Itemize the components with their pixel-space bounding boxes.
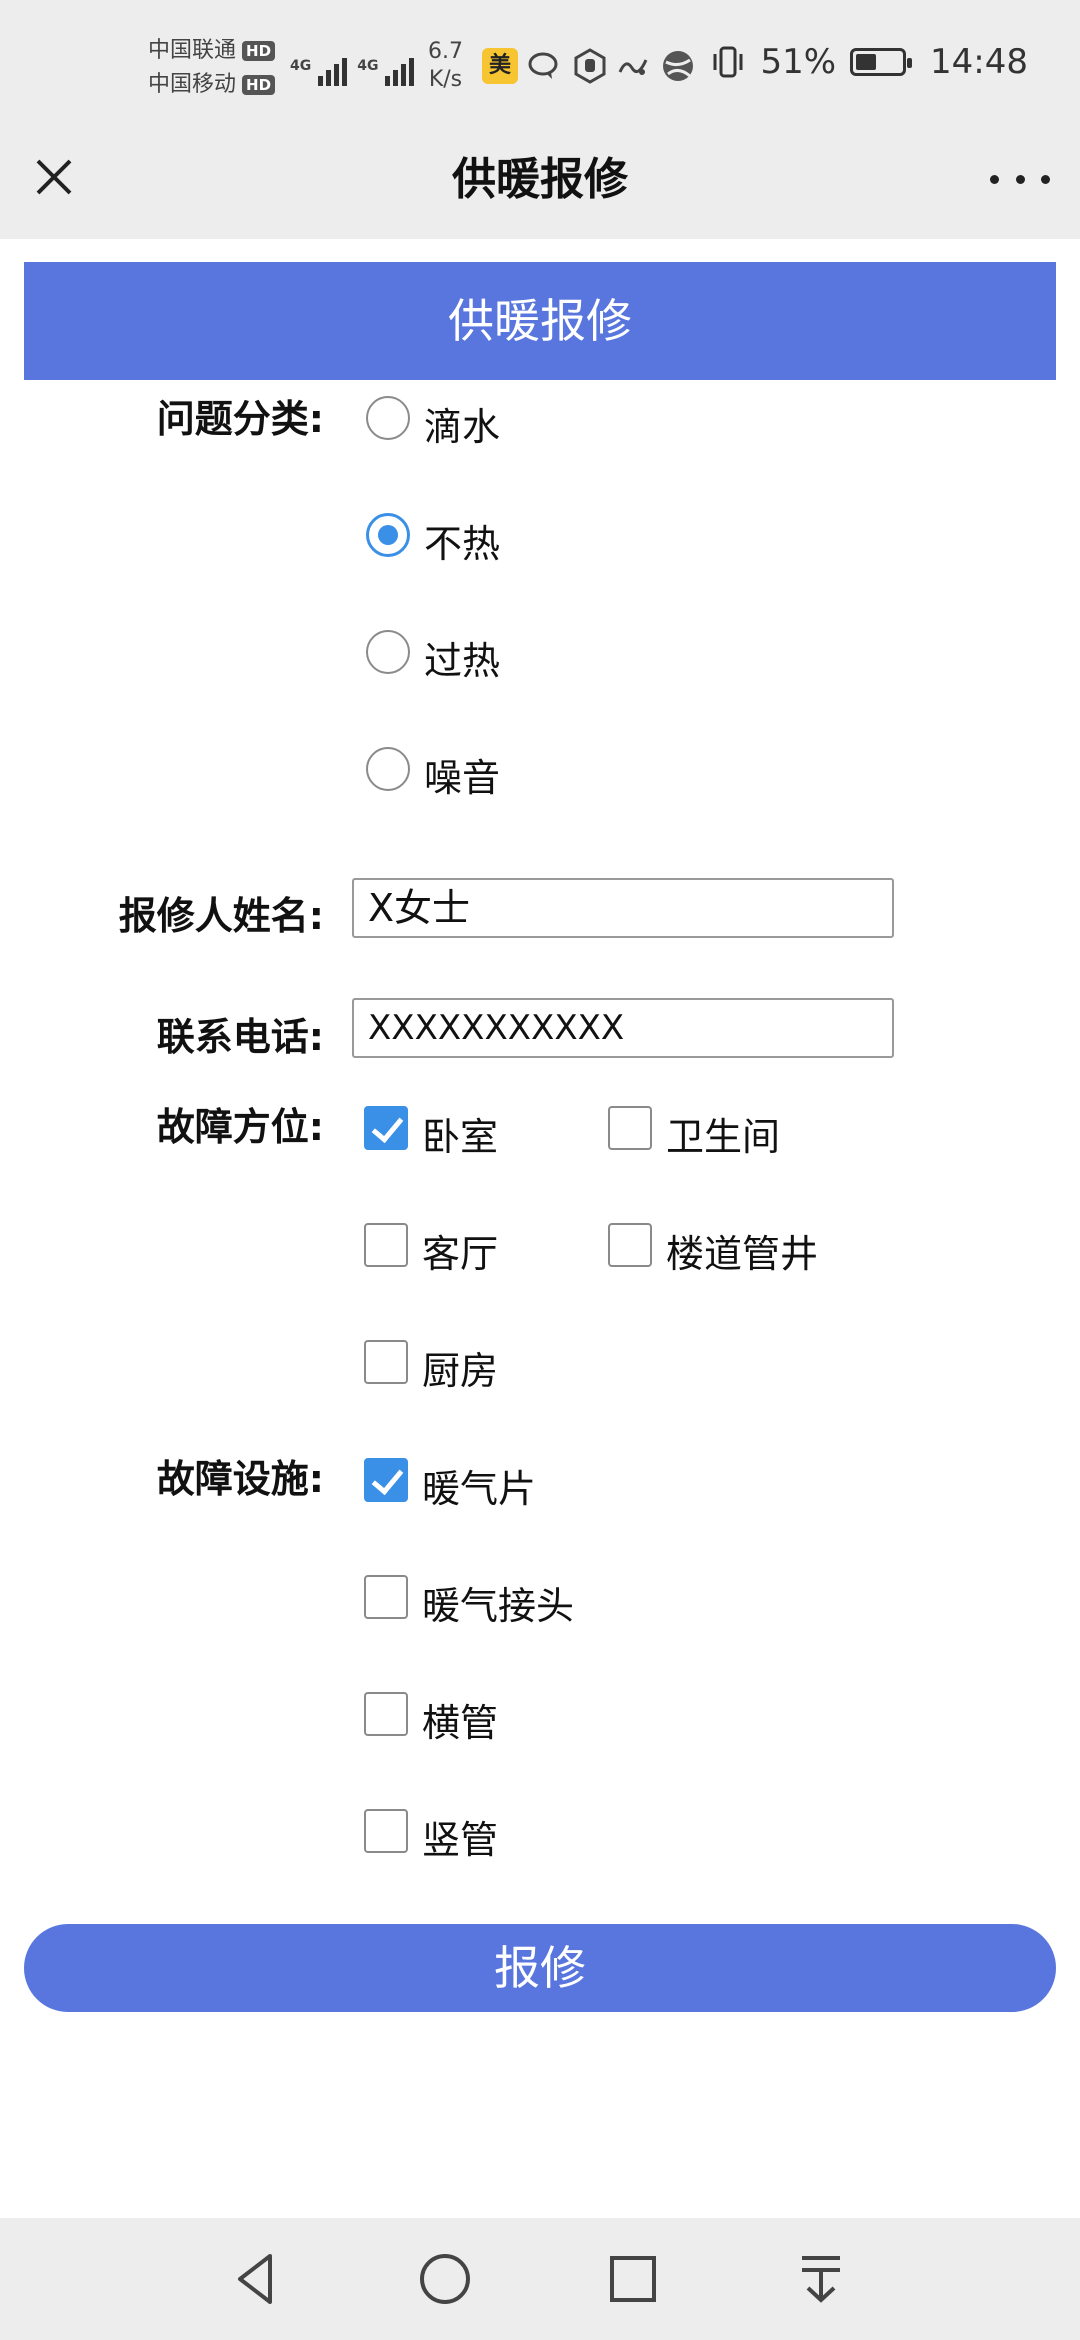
- radio-button[interactable]: [366, 395, 410, 440]
- checkbox-option[interactable]: 卫生间: [608, 1100, 780, 1159]
- reporter-name-input[interactable]: X女士: [352, 878, 894, 938]
- title-bar: 供暖报修: [0, 135, 1080, 239]
- checkbox-option[interactable]: 暖气片: [364, 1452, 536, 1511]
- more-icon[interactable]: [990, 159, 1050, 199]
- form-header-banner: 供暖报修: [24, 262, 1056, 380]
- battery-level: [856, 54, 876, 70]
- network-speed: 6.7 K/s: [428, 39, 463, 92]
- back-triangle-icon[interactable]: [226, 2248, 288, 2310]
- checkbox[interactable]: [364, 1457, 408, 1502]
- hd-badge: HD: [242, 75, 276, 95]
- radio-option[interactable]: 噪音: [366, 741, 500, 800]
- checkbox-option[interactable]: 竖管: [364, 1803, 498, 1862]
- signal-indicators: 4G 4G: [290, 40, 415, 86]
- system-nav-bar: [0, 2218, 1080, 2340]
- radio-option[interactable]: 过热: [366, 624, 500, 683]
- carrier-info: 中国联通 HD 中国移动 HD: [148, 34, 276, 102]
- clock: 14:48: [930, 42, 1028, 82]
- checkbox-option[interactable]: 厨房: [364, 1334, 498, 1393]
- checkbox[interactable]: [608, 1105, 652, 1150]
- phone-input[interactable]: XXXXXXXXXXX: [352, 998, 894, 1058]
- checkbox[interactable]: [364, 1808, 408, 1853]
- status-right-group: 51% 14:48: [710, 42, 1028, 82]
- browser-ball-icon: [663, 51, 693, 81]
- hand-hexagon-icon: [574, 48, 606, 84]
- checkbox[interactable]: [364, 1691, 408, 1736]
- home-circle-icon[interactable]: [414, 2248, 476, 2310]
- fault-facility-label: 故障设施:: [156, 1457, 324, 1501]
- checkbox[interactable]: [364, 1339, 408, 1384]
- reporter-name-label: 报修人姓名:: [118, 894, 324, 938]
- chat-bubble-icon: [528, 52, 558, 79]
- checkbox-option[interactable]: 楼道管井: [608, 1217, 818, 1276]
- checkbox[interactable]: [364, 1574, 408, 1619]
- meituan-app-icon: 美: [482, 48, 518, 84]
- checkbox-option[interactable]: 客厅: [364, 1217, 498, 1276]
- checkbox-option[interactable]: 卧室: [364, 1100, 498, 1159]
- pull-down-icon[interactable]: [790, 2248, 852, 2310]
- checkbox[interactable]: [364, 1105, 408, 1150]
- carrier-1: 中国联通: [148, 38, 237, 63]
- checkbox-option[interactable]: 横管: [364, 1686, 498, 1745]
- study-app-icon: [618, 59, 648, 75]
- checkbox[interactable]: [608, 1222, 652, 1267]
- radio-option[interactable]: 滴水: [366, 390, 500, 449]
- phone-label: 联系电话:: [156, 1015, 324, 1059]
- vibrate-icon: [713, 46, 743, 78]
- radio-option[interactable]: 不热: [366, 507, 500, 566]
- page-title: 供暖报修: [452, 154, 628, 205]
- signal-icon: 4G: [357, 58, 415, 86]
- signal-icon: 4G: [290, 58, 348, 86]
- hd-badge: HD: [242, 41, 276, 61]
- battery-percent: 51%: [760, 42, 837, 82]
- carrier-2: 中国移动: [148, 72, 237, 97]
- submit-repair-button[interactable]: 报修: [24, 1924, 1056, 2012]
- problem-category-label: 问题分类:: [156, 397, 324, 441]
- recents-square-icon[interactable]: [602, 2248, 664, 2310]
- radio-button[interactable]: [366, 512, 410, 557]
- radio-button[interactable]: [366, 629, 410, 674]
- fault-location-label: 故障方位:: [156, 1105, 324, 1149]
- status-bar: 中国联通 HD 中国移动 HD 4G 4G 6.7 K/s 美 51% 14:48: [0, 0, 1080, 135]
- checkbox-option[interactable]: 暖气接头: [364, 1569, 574, 1628]
- checkbox[interactable]: [364, 1222, 408, 1267]
- battery-icon: [850, 48, 913, 76]
- radio-button[interactable]: [366, 746, 410, 791]
